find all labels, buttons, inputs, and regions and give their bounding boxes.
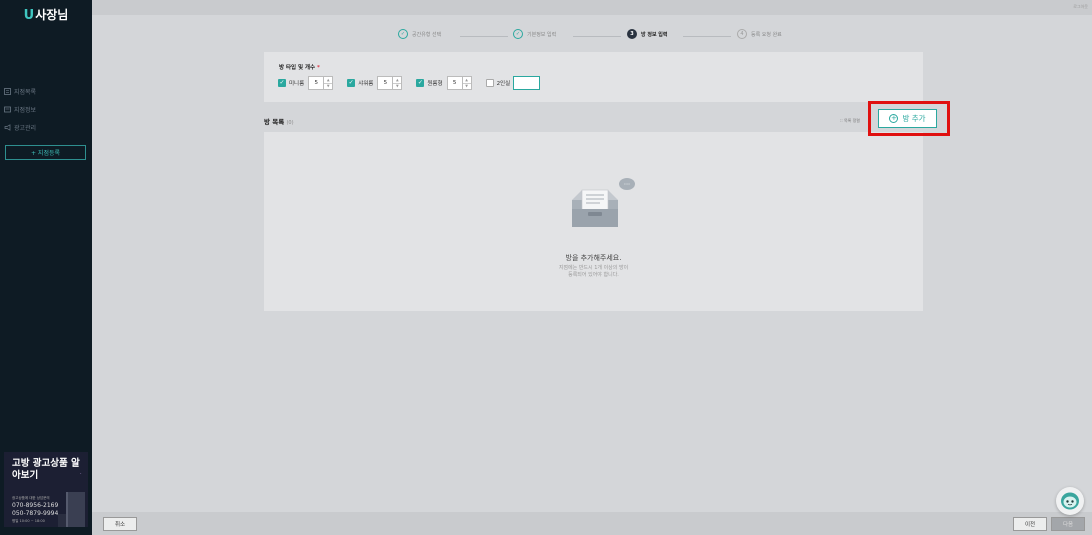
info-icon bbox=[4, 106, 11, 113]
stepper-arrows: ▲ ▼ bbox=[462, 76, 472, 90]
chevron-down-icon[interactable]: ▼ bbox=[324, 82, 333, 90]
step-label: 방 정보 입력 bbox=[641, 31, 668, 38]
quantity-input-double[interactable] bbox=[513, 76, 541, 90]
add-branch-button[interactable]: + 지점등록 bbox=[5, 145, 86, 160]
list-icon bbox=[4, 87, 11, 95]
promo-phone-1: 070-8956-2169 bbox=[12, 502, 59, 509]
checkbox-mini[interactable]: ✓ bbox=[278, 79, 286, 87]
step-number-badge: 3 bbox=[627, 29, 637, 39]
sidebar-item-label: 지점정보 bbox=[14, 106, 37, 114]
step-label: 공간유형 선택 bbox=[412, 31, 442, 38]
building-illustration bbox=[66, 492, 85, 527]
room-list-title: 방 목록 (0) bbox=[264, 116, 294, 126]
chatbot-icon bbox=[1061, 492, 1079, 510]
sidebar-item-label: 광고관리 bbox=[14, 124, 37, 132]
logo-mark: U bbox=[23, 8, 35, 23]
top-bar: 로그아웃 bbox=[92, 0, 1092, 15]
empty-state-subtitle-1: 지점에는 반드시 1개 이상의 방이 bbox=[558, 265, 629, 271]
quantity-value[interactable]: 5 bbox=[446, 76, 463, 90]
checkbox-shower[interactable]: ✓ bbox=[347, 79, 356, 87]
empty-box-icon: ••• bbox=[572, 178, 635, 227]
cancel-button[interactable]: 취소 bbox=[103, 517, 137, 531]
quantity-value[interactable]: 5 bbox=[377, 76, 394, 90]
room-type-label: 방 타입 및 개수 * bbox=[279, 63, 320, 71]
megaphone-icon bbox=[4, 123, 11, 131]
sidebar-nav: 지점목록 지점정보 광고관리 bbox=[4, 82, 36, 136]
room-type-name: 미니룸 bbox=[289, 81, 305, 87]
sort-link-label: 목록 정렬 bbox=[843, 118, 860, 123]
quantity-stepper-mini[interactable]: 5 ▲ ▼ bbox=[308, 76, 334, 90]
add-room-label: 방 추가 bbox=[902, 114, 926, 123]
room-type-mini: ✓ 미니룸 5 ▲ ▼ bbox=[278, 76, 334, 90]
sidebar-item-label: 지점목록 bbox=[14, 88, 37, 96]
step-divider bbox=[573, 36, 621, 37]
room-list-title-text: 방 목록 bbox=[264, 118, 285, 126]
check-circle-icon: ✓ bbox=[513, 29, 523, 39]
app-logo[interactable]: U사장님 bbox=[0, 6, 92, 23]
step-room-info: 3 방 정보 입력 bbox=[627, 29, 667, 39]
quantity-value[interactable]: 5 bbox=[308, 76, 325, 90]
sidebar: U사장님 지점목록 지점정보 광고관리 + 지점등록 ✦ · 고방 광고상품 알… bbox=[0, 0, 92, 535]
checkbox-double[interactable] bbox=[485, 79, 494, 87]
room-type-shower: ✓ 샤워룸 5 ▲ ▼ bbox=[347, 76, 403, 90]
sidebar-item-branch-list[interactable]: 지점목록 bbox=[4, 82, 36, 100]
step-basic-info: ✓ 기본정보 입력 bbox=[513, 29, 556, 39]
room-list-empty-panel: ••• 방을 추가해주세요. 지점에는 반드시 1개 이상의 방이 등록되어 있… bbox=[264, 132, 923, 311]
checkbox-oneroom[interactable]: ✓ bbox=[416, 79, 425, 87]
building-illustration bbox=[58, 514, 66, 527]
sidebar-item-branch-info[interactable]: 지점정보 bbox=[4, 100, 36, 118]
chevron-down-icon[interactable]: ▼ bbox=[462, 82, 471, 90]
promo-phone-2: 050-7879-9994 bbox=[12, 510, 59, 517]
step-space-type: ✓ 공간유형 선택 bbox=[398, 29, 441, 39]
previous-button[interactable]: 이전 bbox=[1013, 517, 1047, 531]
empty-state-subtitle-2: 등록되어 있어야 합니다. bbox=[568, 272, 619, 278]
plus-circle-icon: + bbox=[889, 114, 899, 123]
promo-title: 고방 광고상품 알아보기 bbox=[12, 458, 80, 481]
check-circle-icon: ✓ bbox=[398, 29, 408, 39]
room-type-list: ✓ 미니룸 5 ▲ ▼ ✓ 샤워룸 5 ▲ ▼ ✓ 원룸형 5 ▲ ▼ 2인실 bbox=[278, 76, 554, 90]
step-complete: 4 등록 요청 완료 bbox=[737, 29, 782, 39]
add-room-button[interactable]: + 방 추가 bbox=[878, 109, 937, 128]
progress-stepper: ✓ 공간유형 선택 ✓ 기본정보 입력 3 방 정보 입력 4 등록 요청 완료 bbox=[398, 29, 798, 43]
stepper-arrows: ▲ ▼ bbox=[393, 76, 403, 90]
chevron-down-icon[interactable]: ▼ bbox=[393, 82, 402, 90]
room-type-name: 원룸형 bbox=[427, 81, 443, 87]
quantity-stepper-shower[interactable]: 5 ▲ ▼ bbox=[377, 76, 403, 90]
promo-footnote: 평일 10:00 ~ 18:00 bbox=[12, 519, 45, 523]
step-number-badge: 4 bbox=[737, 29, 747, 39]
step-label: 기본정보 입력 bbox=[527, 31, 557, 38]
sort-icon: :: bbox=[840, 118, 843, 123]
logout-link[interactable]: 로그아웃 bbox=[1073, 4, 1088, 10]
logo-text: 사장님 bbox=[35, 8, 69, 22]
step-divider bbox=[683, 36, 731, 37]
sort-link[interactable]: :: 목록 정렬 bbox=[840, 118, 860, 124]
stepper-arrows: ▲ ▼ bbox=[324, 76, 334, 90]
room-type-double: 2인실 bbox=[485, 76, 541, 90]
chatbot-button[interactable] bbox=[1056, 487, 1084, 515]
promo-small-text: 광고상품에 대한 상담문의 bbox=[12, 496, 50, 500]
room-count: (0) bbox=[286, 120, 294, 126]
room-type-oneroom: ✓ 원룸형 5 ▲ ▼ bbox=[416, 76, 472, 90]
room-type-label-text: 방 타입 및 개수 bbox=[279, 65, 316, 71]
room-type-panel: 방 타입 및 개수 * ✓ 미니룸 5 ▲ ▼ ✓ 샤워룸 5 ▲ ▼ ✓ 원룸형 … bbox=[264, 52, 923, 102]
step-label: 등록 요청 완료 bbox=[751, 31, 782, 38]
sidebar-item-ad-management[interactable]: 광고관리 bbox=[4, 118, 36, 136]
next-button[interactable]: 다음 bbox=[1051, 517, 1085, 531]
quantity-stepper-oneroom[interactable]: 5 ▲ ▼ bbox=[446, 76, 472, 90]
room-type-name: 2인실 bbox=[496, 81, 511, 87]
footer-bar: 취소 이전 다음 bbox=[92, 512, 1092, 535]
step-divider bbox=[460, 36, 508, 37]
svg-text:•••: ••• bbox=[624, 183, 630, 187]
required-mark: * bbox=[317, 65, 320, 71]
empty-state-title: 방을 추가해주세요. bbox=[565, 254, 622, 262]
room-type-name: 샤워룸 bbox=[358, 81, 374, 87]
promo-banner[interactable]: ✦ · 고방 광고상품 알아보기 광고상품에 대한 상담문의 070-8956-… bbox=[4, 452, 88, 527]
